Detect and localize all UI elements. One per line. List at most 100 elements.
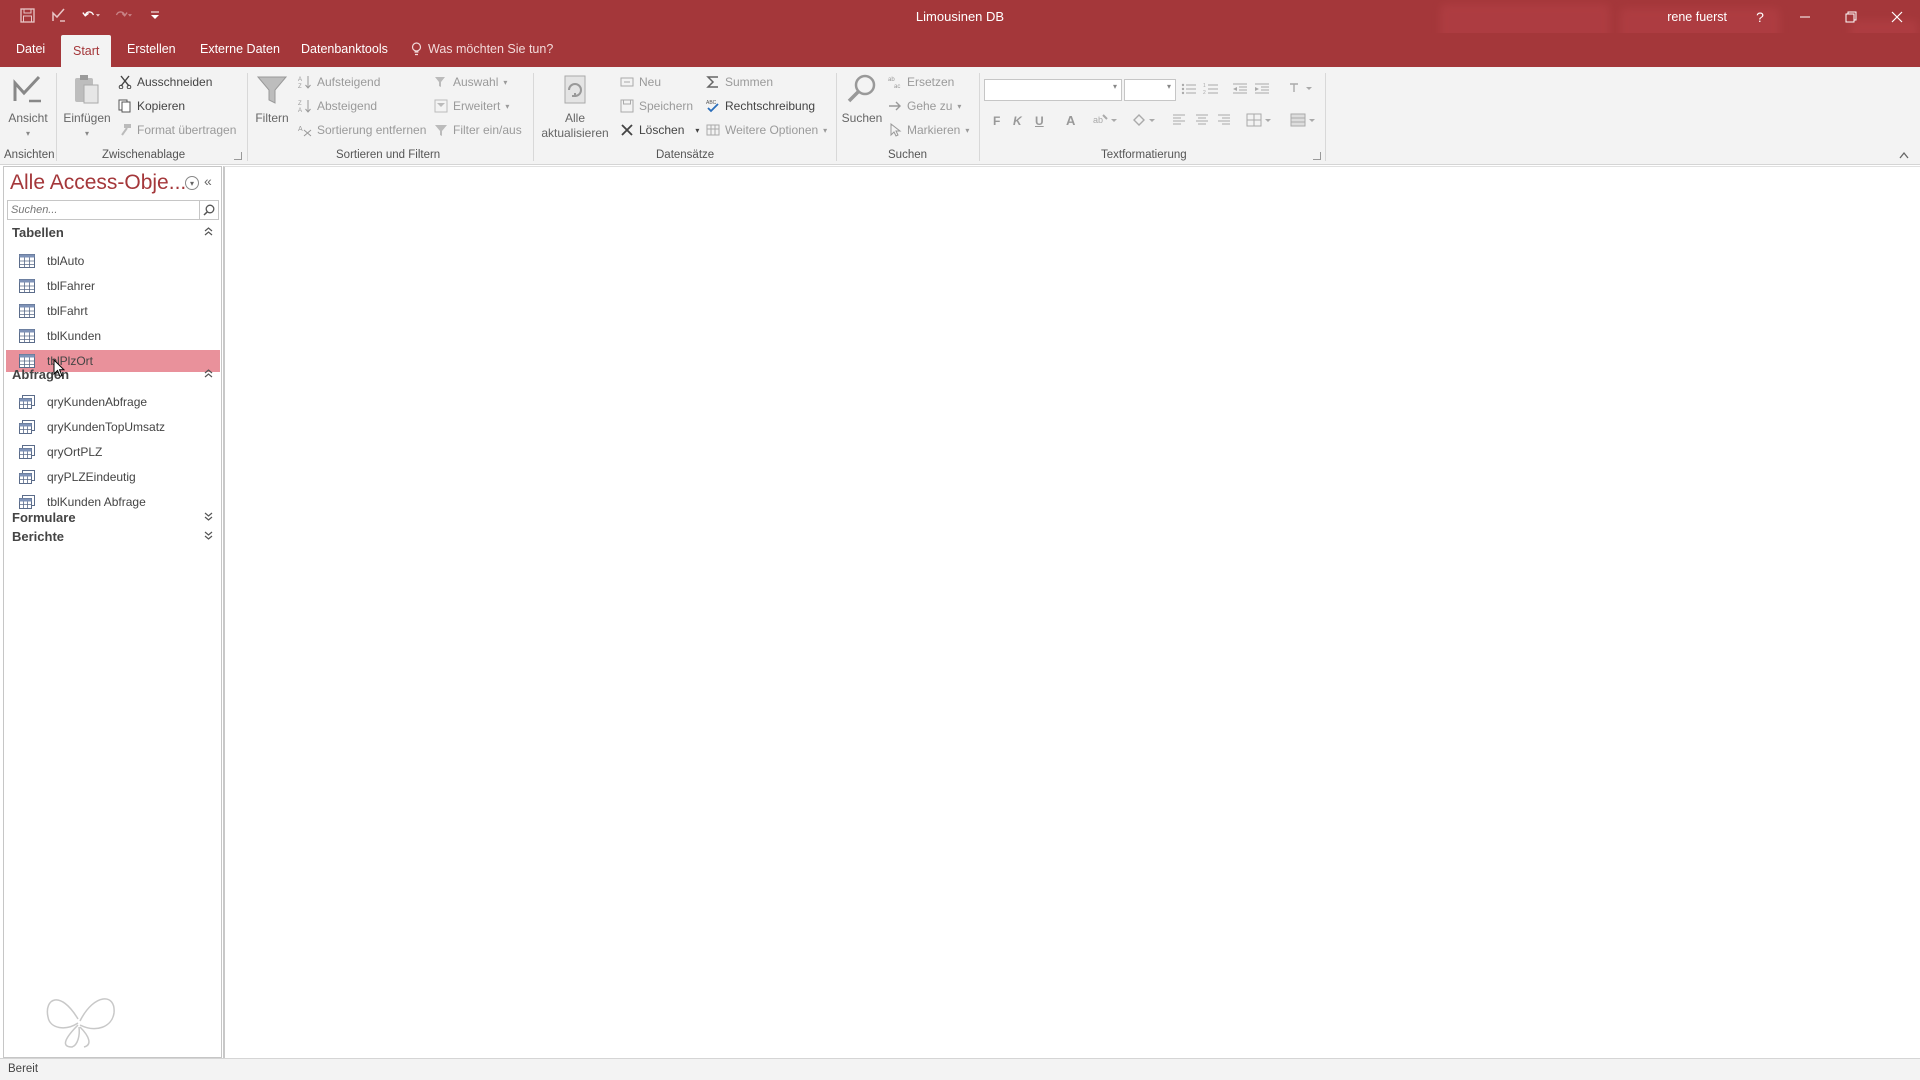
chevron-down-icon: ▾	[84, 129, 89, 138]
text-direction-icon[interactable]	[1288, 82, 1312, 96]
tab-database-tools[interactable]: Datenbanktools	[301, 42, 388, 56]
group-separator	[979, 73, 980, 161]
save-record-button[interactable]: Speichern	[620, 99, 693, 113]
tab-external-data[interactable]: Externe Daten	[200, 42, 280, 56]
nav-menu-dropdown-icon[interactable]: ▾	[185, 176, 199, 190]
font-color-button[interactable]: A	[1066, 113, 1075, 128]
more-options-button[interactable]: Weitere Optionen ▾	[706, 123, 827, 137]
cursor-icon	[890, 123, 902, 137]
nav-search	[7, 200, 219, 220]
delete-record-button[interactable]: Löschen ▾	[620, 123, 699, 137]
nav-section-formulare[interactable]: Formulare	[12, 510, 217, 530]
spelling-icon: ABC	[706, 100, 719, 113]
arrow-right-icon	[889, 101, 901, 111]
document-area[interactable]	[223, 166, 1920, 1058]
goto-button[interactable]: Gehe zu ▾	[888, 99, 961, 113]
svg-text:1: 1	[1203, 83, 1206, 89]
restore-icon[interactable]	[1828, 0, 1874, 33]
increase-indent-icon[interactable]	[1254, 82, 1270, 96]
italic-button[interactable]: K	[1013, 114, 1022, 128]
nav-section-berichte[interactable]: Berichte	[12, 529, 217, 549]
font-size-combo[interactable]: ▾	[1124, 79, 1176, 101]
sigma-icon	[706, 76, 718, 88]
spelling-button[interactable]: ABC Rechtschreibung	[706, 99, 815, 113]
paintbrush-icon	[121, 124, 131, 136]
grid-icon	[706, 124, 720, 136]
nav-item-tblauto[interactable]: tblAuto	[6, 250, 220, 272]
tab-create[interactable]: Erstellen	[127, 42, 176, 56]
collapse-section-icon[interactable]	[204, 227, 213, 239]
numbering-icon[interactable]: 12	[1203, 82, 1219, 96]
nav-pane-title[interactable]: Alle Access-Obje...	[10, 171, 186, 195]
sort-ascending-button[interactable]: AZ Aufsteigend	[298, 75, 380, 89]
nav-item-tblfahrt[interactable]: tblFahrt	[6, 300, 220, 322]
new-record-button[interactable]: Neu	[620, 75, 661, 89]
align-left-icon[interactable]	[1172, 114, 1186, 126]
toggle-filter-button[interactable]: Filter ein/aus	[434, 123, 522, 137]
nav-section-abfragen[interactable]: Abfragen	[12, 367, 217, 387]
bullets-icon[interactable]	[1181, 82, 1197, 96]
tell-me-box[interactable]: Was möchten Sie tun?	[411, 42, 553, 56]
bold-button[interactable]: F	[993, 114, 1000, 128]
nav-item-qrykundenabfrage[interactable]: qryKundenAbfrage	[6, 391, 220, 413]
sort-descending-button[interactable]: ZA Absteigend	[298, 99, 377, 113]
dialog-launcher-icon[interactable]	[1313, 152, 1321, 160]
align-center-icon[interactable]	[1195, 114, 1209, 126]
selection-filter-button[interactable]: Auswahl ▾	[434, 75, 507, 89]
font-name-combo[interactable]: ▾	[984, 79, 1122, 101]
status-bar: Bereit	[0, 1058, 1920, 1080]
chevron-down-icon: ▾	[505, 101, 510, 111]
collapse-section-icon[interactable]	[204, 369, 213, 381]
collapse-ribbon-icon[interactable]	[1899, 151, 1909, 159]
totals-label: Summen	[725, 75, 774, 89]
group-label-text-formatting: Textformatierung	[1101, 149, 1187, 161]
table-icon	[19, 254, 35, 268]
select-button[interactable]: Markieren ▾	[888, 123, 969, 137]
nav-item-qryplzeindeutig[interactable]: qryPLZEindeutig	[6, 466, 220, 488]
replace-button[interactable]: ab ac Ersetzen	[888, 75, 954, 89]
nav-section-tabellen[interactable]: Tabellen	[12, 225, 217, 245]
new-record-label: Neu	[639, 75, 662, 89]
dialog-launcher-icon[interactable]	[234, 152, 242, 160]
help-button[interactable]: ?	[1737, 0, 1783, 33]
cut-button[interactable]: Ausschneiden	[118, 75, 212, 89]
svg-text:ac: ac	[894, 84, 900, 89]
filter-button[interactable]: Filtern	[252, 73, 292, 126]
view-button[interactable]: Ansicht ▾	[7, 73, 49, 141]
svg-text:2: 2	[1203, 90, 1206, 96]
nav-item-qryortplz[interactable]: qryOrtPLZ	[6, 441, 220, 463]
remove-sort-button[interactable]: A Sortierung entfernen	[298, 123, 426, 137]
svg-text:ab: ab	[1093, 115, 1103, 125]
gridlines-icon[interactable]	[1246, 113, 1274, 127]
refresh-all-button[interactable]: Alle aktualisieren	[537, 73, 613, 141]
find-button[interactable]: Suchen	[840, 73, 884, 126]
align-right-icon[interactable]	[1217, 114, 1231, 126]
nav-item-qrykundentopumsatz[interactable]: qryKundenTopUmsatz	[6, 416, 220, 438]
expand-section-icon[interactable]	[204, 512, 213, 524]
paste-button[interactable]: Einfügen ▾	[62, 73, 112, 141]
advanced-filter-button[interactable]: Erweitert ▾	[434, 99, 509, 113]
minimize-icon[interactable]	[1782, 0, 1828, 33]
tab-start[interactable]: Start	[61, 35, 112, 67]
decrease-indent-icon[interactable]	[1232, 82, 1248, 96]
alternate-row-color-icon[interactable]	[1290, 113, 1318, 127]
highlight-icon[interactable]: ab	[1093, 113, 1119, 127]
expand-section-icon[interactable]	[204, 531, 213, 543]
totals-button[interactable]: Summen	[706, 75, 773, 89]
magnifier-icon	[847, 74, 876, 103]
collapse-nav-icon[interactable]: «	[204, 173, 212, 189]
nav-item-tblkunden[interactable]: tblKunden	[6, 325, 220, 347]
user-name[interactable]: rene fuerst	[1667, 10, 1727, 24]
nav-item-label: qryPLZEindeutig	[47, 470, 136, 484]
copy-button[interactable]: Kopieren	[118, 99, 185, 113]
chevron-down-icon: ▾	[695, 125, 700, 135]
tab-file[interactable]: Datei	[16, 42, 45, 56]
nav-item-label: tblFahrer	[47, 279, 96, 293]
search-icon[interactable]	[199, 201, 218, 219]
underline-button[interactable]: U	[1035, 114, 1044, 128]
fill-color-icon[interactable]	[1131, 113, 1157, 127]
nav-search-input[interactable]	[8, 201, 200, 219]
close-icon[interactable]	[1874, 0, 1920, 33]
format-painter-button[interactable]: Format übertragen	[118, 123, 236, 137]
nav-item-tblfahrer[interactable]: tblFahrer	[6, 275, 220, 297]
